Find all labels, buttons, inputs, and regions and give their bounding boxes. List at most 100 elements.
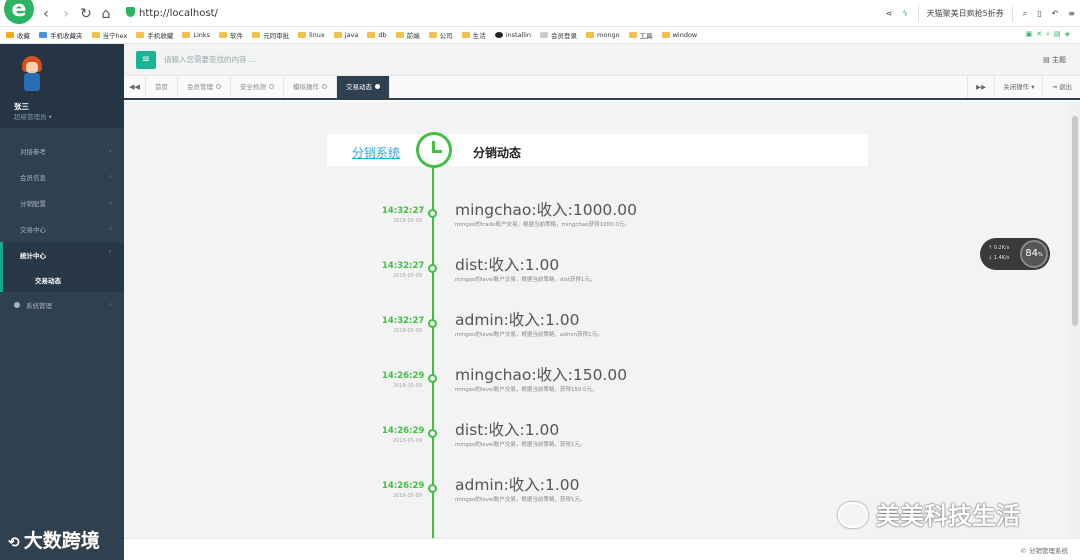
bookmark-item[interactable]: 元同审批 [252,30,289,40]
menu-icon[interactable]: ≡ [1068,9,1075,18]
share-icon[interactable]: ⋖ [886,9,893,18]
wechat-icon [838,502,868,528]
search-input[interactable]: 请输入您需要查找的内容 … [164,54,256,65]
tab-close-icon[interactable] [216,84,221,89]
sidebar-item-distribution[interactable]: 分销配置 ‹ [0,190,124,216]
bookmark-item[interactable]: window [661,31,697,39]
entry-time: 14:32:27 [382,206,425,216]
tabs-bar: ◀◀ 首页 会员管理 安全检测 模拟操作 交易动态 ▶▶ 关闭操作 ▾ ⇥ 退出 [124,76,1080,100]
entry-date: 2018-05-09 [392,273,422,279]
entry-time: 14:26:29 [382,481,425,491]
entry-desc: mingxo的level账户交易，根据当前策略，获得150.0元。 [455,387,598,393]
entry-date: 2018-05-09 [392,438,422,444]
entry-title: mingchao:收入:150.00 [455,366,628,384]
bookmark-item[interactable]: db [367,31,387,39]
bookmark-item[interactable]: java [333,31,358,39]
promo-link[interactable]: 天猫聚美日疯抢5折券 [917,5,1013,22]
chevron-left-icon: ‹ [108,198,112,207]
bookmark-item[interactable]: Links [182,31,210,39]
bookmark-item[interactable]: installin [494,31,531,39]
scrollbar[interactable] [1070,102,1080,538]
secure-shield-icon [126,7,135,17]
bookmark-item[interactable]: 手机收藏夹 [39,30,83,40]
chevron-down-icon: ˅ [108,250,112,259]
entry-date: 2018-05-09 [392,218,422,224]
search-icon[interactable]: ⌕ [1023,9,1027,19]
bookmark-item[interactable]: 收藏 [6,30,30,40]
timeline-dot [428,319,437,328]
bookmark-item[interactable]: 会员登录 [540,30,577,40]
chevron-left-icon: ‹ [108,224,112,233]
bookmark-item[interactable]: 生活 [461,30,486,40]
theme-button[interactable]: ▤ 主题 [1043,55,1066,65]
watermark-left: ⟲ 大数跨境 [8,530,100,552]
bookmark-item[interactable]: 软件 [219,30,243,40]
timeline-entry: 14:32:27 2018-05-09 admin:收入:1.00 mingxo… [124,311,1070,368]
home-icon[interactable]: ⌂ [98,6,114,22]
undo-icon[interactable]: ↶ [1052,9,1059,18]
sidebar-item-docs[interactable]: 对接参考 ‹ [0,138,124,164]
address-bar[interactable]: http://localhost/ [126,7,218,19]
bookmark-item[interactable]: 前端 [395,30,420,40]
tab-trade-activity[interactable]: 交易动态 [337,76,390,98]
timeline-entry: 14:32:27 2018-05-09 dist:收入:1.00 mingxo的… [124,256,1070,313]
entry-time: 14:26:29 [382,371,425,381]
theme-icon: ▤ [1043,56,1050,64]
bookmark-item[interactable]: linux [298,31,325,39]
reload-icon[interactable]: ↻ [78,6,94,22]
scrollbar-thumb[interactable] [1072,116,1078,326]
tab-close-icon[interactable] [322,84,327,89]
sidebar-item-stats[interactable]: 统计中心 ˅ [0,242,124,268]
close-ops-dropdown[interactable]: 关闭操作 ▾ [994,76,1042,98]
timeline-entry: 14:26:29 2018-05-09 dist:收入:1.00 mingxo的… [124,421,1070,478]
tab-close-icon[interactable] [375,84,380,89]
bookmark-item[interactable]: 工具 [628,30,653,40]
sidebar-subitem-trade-activity[interactable]: 交易动态 [0,268,124,292]
browser-logo-icon: e [4,0,34,24]
sidebar-item-system[interactable]: 系统管理 ‹ [0,292,124,318]
entry-desc: mingxo的level账户交易，根据当前策略，获得1元。 [455,497,586,503]
tab-close-icon[interactable] [269,84,274,89]
back-icon[interactable]: ‹ [38,6,54,22]
page-title: 分销动态 [473,146,522,160]
logout-icon: ⇥ [1051,83,1057,91]
avatar[interactable] [18,56,46,94]
logout-button[interactable]: ⇥ 退出 [1042,76,1080,98]
bookmark-item[interactable]: mongo [586,31,620,39]
entry-time: 14:26:29 [382,426,425,436]
entry-desc: mingxo的trade账户交易，根据当前策略，mingchao获得1000.0… [455,222,630,228]
entry-date: 2018-05-09 [392,493,422,499]
lightning-icon[interactable]: ϟ [902,9,907,18]
timeline-dot [428,264,437,273]
user-role-dropdown[interactable]: 超级管理员 ▾ [14,111,52,121]
address-text: http://localhost/ [139,8,218,19]
entry-time: 14:32:27 [382,316,425,326]
menu-toggle-button[interactable]: ≡ [136,51,156,69]
tabs-scroll-left-icon[interactable]: ◀◀ [124,76,146,98]
bookmark-item[interactable]: 公司 [428,30,453,40]
bookmark-item[interactable]: 手机收藏 [136,30,173,40]
distribution-system-link[interactable]: 分销系统 [352,144,400,161]
tab-simulate[interactable]: 模拟操作 [284,76,337,98]
tabs-scroll-right-icon[interactable]: ▶▶ [967,76,994,98]
forward-icon[interactable]: › [58,6,74,22]
entry-desc: mingxo的level账户交易，根据当前策略，获得1元。 [455,442,586,448]
tab-home[interactable]: 首页 [146,76,178,98]
sidebar-item-trade[interactable]: 交易中心 ‹ [0,216,124,242]
entry-title: admin:收入:1.00 [455,476,580,494]
chevron-left-icon: ‹ [108,146,112,155]
timeline-dot [428,429,437,438]
tab-member-manage[interactable]: 会员管理 [178,76,231,98]
extension-icons[interactable]: ▣✕⌕▤◈ [1026,30,1074,39]
network-speed-widget[interactable]: ↑ 0.2K/s ↓ 1.4K/s 84% [980,238,1050,270]
entry-title: dist:收入:1.00 [455,421,560,439]
entry-title: dist:收入:1.00 [455,256,560,274]
tab-security[interactable]: 安全检测 [231,76,284,98]
timeline-dot [428,484,437,493]
tablet-icon[interactable]: ▯ [1037,9,1041,18]
timeline-header: 分销系统 分销动态 [327,134,868,166]
chevron-left-icon: ‹ [108,172,112,181]
bookmark-item[interactable]: 当宁hex [91,30,127,40]
sidebar-item-members[interactable]: 会员信息 ‹ [0,164,124,190]
entry-date: 2018-05-09 [392,383,422,389]
